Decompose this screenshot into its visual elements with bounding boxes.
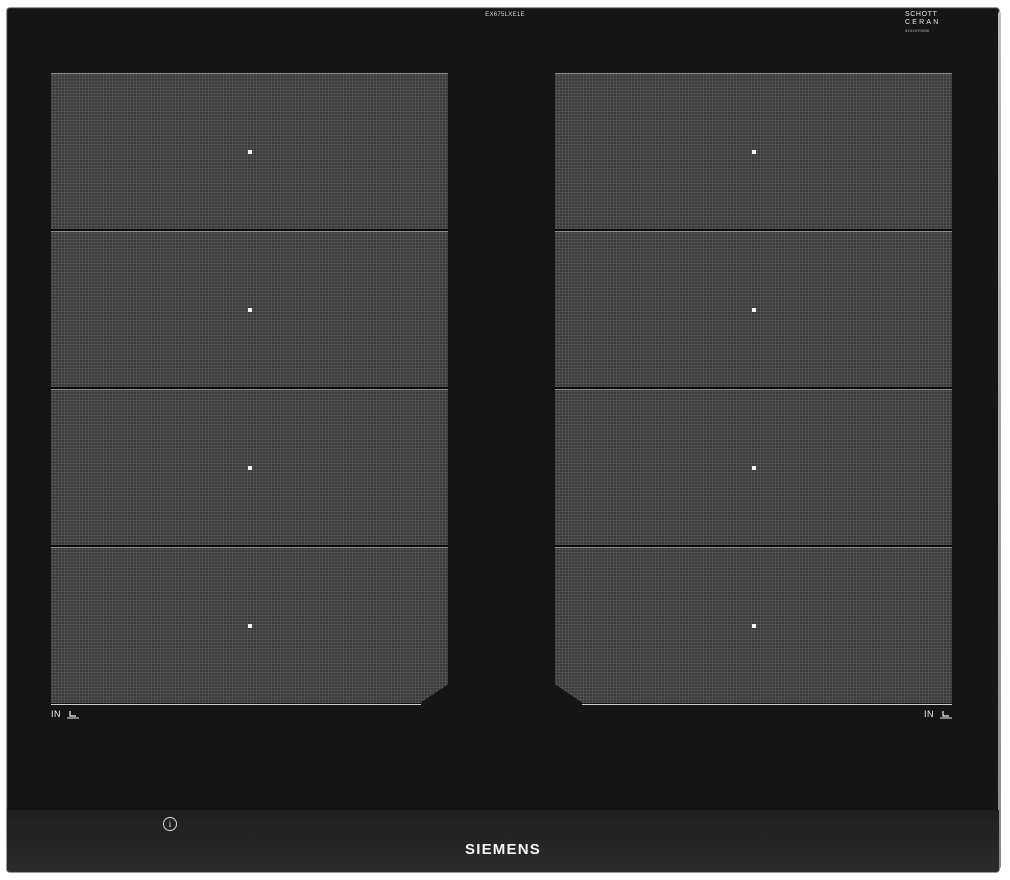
cooking-zone-left-3[interactable] — [51, 389, 448, 545]
right-zone-baseline — [582, 704, 952, 705]
cooking-zone-left-2[interactable] — [51, 231, 448, 387]
zone-center-marker — [247, 465, 252, 470]
glass-brand-line1: SCHOTT — [905, 11, 938, 18]
zone-center-marker — [247, 149, 252, 154]
info-button[interactable]: i — [163, 817, 177, 831]
right-flexinduction-indicator: IN — [924, 709, 952, 719]
cooking-zone-left-4[interactable] — [51, 547, 448, 703]
zone-center-marker — [751, 465, 756, 470]
model-code: EX675LXE1E — [485, 12, 525, 18]
pot-on-zone-icon — [940, 710, 952, 718]
right-in-label: IN — [924, 709, 934, 719]
left-zone-baseline — [51, 704, 421, 705]
cooking-zone-right-1[interactable] — [555, 73, 952, 229]
cooking-zone-right-2[interactable] — [555, 231, 952, 387]
brand-logo: SIEMENS — [465, 841, 541, 858]
left-flexinduction-indicator: IN — [51, 709, 79, 719]
cooking-zone-right-4[interactable] — [555, 547, 952, 703]
glass-brand-mark: SCHOTT CERAN 9101070086 — [905, 11, 955, 35]
zone-center-marker — [751, 149, 756, 154]
zone-center-marker — [247, 307, 252, 312]
info-icon: i — [168, 819, 172, 829]
zone-center-marker — [247, 623, 252, 628]
zone-center-marker — [751, 623, 756, 628]
glass-brand-line2: CERAN — [905, 19, 941, 26]
cooking-zone-right-3[interactable] — [555, 389, 952, 545]
left-in-label: IN — [51, 709, 61, 719]
zone-center-marker — [751, 307, 756, 312]
pot-on-zone-icon — [67, 710, 79, 718]
cooking-zone-left-1[interactable] — [51, 73, 448, 229]
glass-brand-line3: 9101070086 — [905, 28, 930, 33]
